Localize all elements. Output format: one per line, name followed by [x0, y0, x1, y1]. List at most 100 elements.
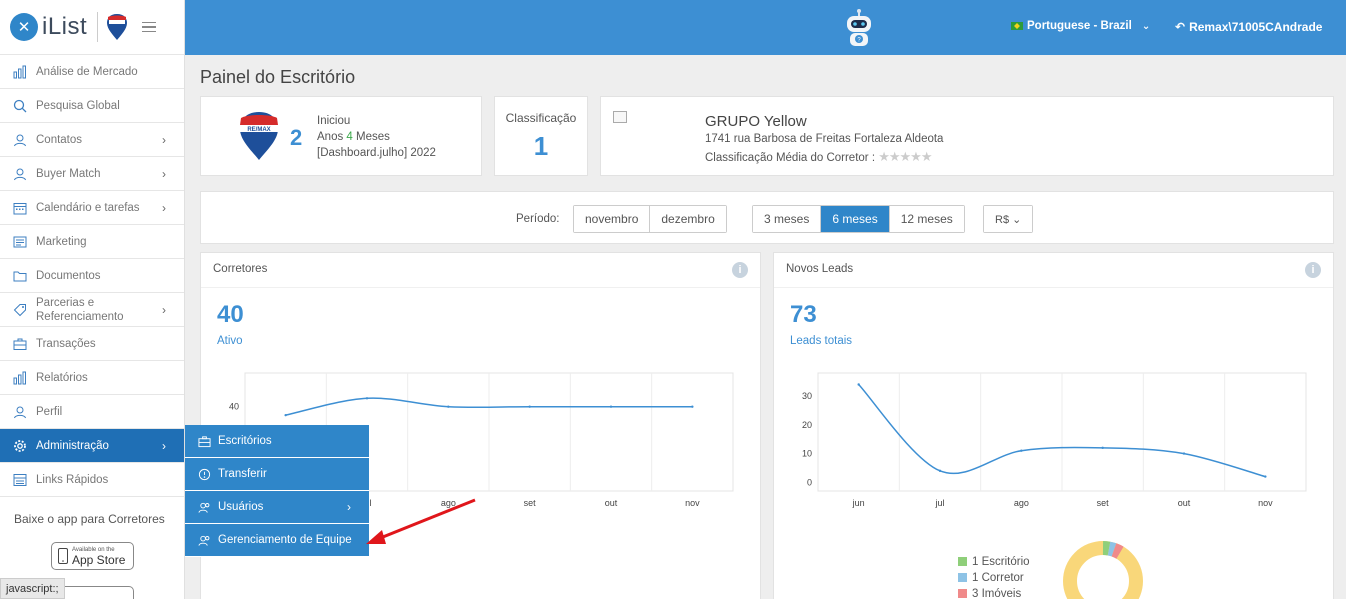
- red-annotation-arrow: [366, 498, 476, 544]
- data-point: [1182, 452, 1186, 455]
- sidebar-item-buyer[interactable]: Buyer Match ›: [0, 157, 184, 191]
- leads-panel: Novos Leads i 73 Leads totais 0 10 20 30 jun…: [773, 252, 1334, 599]
- logo-divider: [97, 12, 99, 42]
- data-point: [1020, 449, 1023, 452]
- data-point: [528, 405, 531, 408]
- brand-name[interactable]: iList: [42, 13, 87, 41]
- leads-count: 73: [790, 301, 817, 328]
- app-store-button[interactable]: Available on the App Store: [51, 542, 134, 570]
- user-account[interactable]: ↶ Remax\71005CAndrade: [1175, 20, 1322, 34]
- sidebar-item-gear[interactable]: Administração ›: [0, 429, 184, 463]
- legend-item: 1 Corretor: [958, 570, 1030, 586]
- folder-icon: [12, 268, 28, 284]
- sidebar-item-reports[interactable]: Relatórios: [0, 361, 184, 395]
- sidebar-item-user[interactable]: Perfil: [0, 395, 184, 429]
- sidebar-item-marketing[interactable]: Marketing: [0, 225, 184, 259]
- sidebar-item-calendar[interactable]: Calendário e tarefas ›: [0, 191, 184, 225]
- chevron-right-icon: ›: [162, 438, 166, 453]
- month-selector: novembro dezembro: [573, 205, 727, 233]
- data-point: [1101, 446, 1104, 450]
- period-filter-card: Período: novembro dezembro 3 meses 6 mes…: [200, 191, 1334, 244]
- x-tick-label: ago: [1014, 498, 1029, 508]
- sidebar-item-label: Perfil: [36, 405, 63, 418]
- app-store-big-label: App Store: [72, 552, 126, 567]
- chevron-right-icon: ›: [162, 132, 166, 147]
- sidebar-item-label: Transações: [36, 337, 96, 350]
- remax-balloon-logo-icon: RE/MAX: [240, 112, 278, 160]
- svg-text:RE/MAX: RE/MAX: [247, 127, 270, 133]
- range-button-12-months[interactable]: 12 meses: [889, 206, 964, 232]
- submenu-item-users[interactable]: Usuários ›: [185, 491, 369, 524]
- sidebar-item-label: Administração: [36, 439, 109, 452]
- years-label: Anos: [317, 131, 347, 143]
- brokers-sublabel: Ativo: [217, 335, 243, 347]
- sidebar-menu: Análise de Mercado Pesquisa Global Contato…: [0, 55, 184, 497]
- sidebar-item-tag[interactable]: Parcerias e Referenciamento ›: [0, 293, 184, 327]
- robot-assistant-icon[interactable]: ?: [841, 8, 877, 48]
- building-icon: [197, 434, 211, 448]
- chevron-down-icon: ⌄: [1141, 20, 1151, 32]
- classification-title: Classificação: [505, 111, 577, 125]
- submenu-item-label: Transferir: [218, 468, 267, 480]
- data-point: [1264, 475, 1267, 478]
- menu-toggle-icon[interactable]: [142, 21, 157, 33]
- submenu-item-transfer[interactable]: Transferir: [185, 458, 369, 491]
- sidebar-item-label: Buyer Match: [36, 167, 101, 180]
- administration-submenu: Escritórios Transferir Usuários › Gerenciame…: [185, 425, 369, 557]
- brokers-panel-title: Corretores: [213, 263, 268, 275]
- y-tick-label: 30: [802, 391, 812, 401]
- x-tick-label: set: [524, 498, 537, 508]
- x-tick-label: set: [1097, 498, 1110, 508]
- y-tick-label: 20: [802, 420, 812, 430]
- sidebar-item-links[interactable]: Links Rápidos: [0, 463, 184, 497]
- panel-divider: [774, 287, 1333, 288]
- started-label: Iniciou: [317, 115, 351, 127]
- legend-label: 1 Corretor: [972, 572, 1024, 584]
- sidebar-item-label: Relatórios: [36, 371, 88, 384]
- broken-image-icon: [613, 111, 627, 123]
- sidebar-item-search[interactable]: Pesquisa Global: [0, 89, 184, 123]
- ilist-logo-icon[interactable]: ✕: [10, 13, 38, 41]
- buyer-icon: [12, 166, 28, 182]
- rating-label: Classificação Média do Corretor :: [705, 152, 876, 164]
- x-tick-label: nov: [1258, 498, 1273, 508]
- sidebar-item-briefcase[interactable]: Transações: [0, 327, 184, 361]
- legend-label: 3 Imóveis: [972, 588, 1022, 599]
- sidebar-item-chart[interactable]: Análise de Mercado: [0, 55, 184, 89]
- leads-panel-title: Novos Leads: [786, 263, 854, 275]
- month-button-november[interactable]: novembro: [574, 206, 651, 232]
- chevron-right-icon: ›: [162, 200, 166, 215]
- submenu-item-team[interactable]: Gerenciamento de Equipe: [185, 524, 369, 557]
- period-label: Período:: [516, 213, 560, 225]
- remax-balloon-icon: [107, 14, 128, 40]
- team-icon: [197, 533, 211, 547]
- users-icon: [197, 500, 211, 514]
- briefcase-icon: [12, 336, 28, 352]
- phone-icon: [58, 548, 68, 564]
- page-title: Painel do Escritório: [200, 67, 356, 87]
- info-icon[interactable]: i: [732, 262, 748, 278]
- brokers-count: 40: [217, 301, 244, 328]
- data-point: [857, 383, 860, 386]
- status-bar-url: javascript:;: [0, 578, 65, 599]
- month-button-december[interactable]: dezembro: [650, 206, 726, 232]
- data-point: [609, 405, 613, 408]
- language-selector[interactable]: Portuguese - Brazil ⌄: [1011, 20, 1150, 32]
- brazil-flag-icon: [1011, 22, 1023, 30]
- submenu-item-building[interactable]: Escritórios: [185, 425, 369, 458]
- range-selector: 3 meses 6 meses 12 meses: [752, 205, 965, 233]
- sidebar-item-folder[interactable]: Documentos: [0, 259, 184, 293]
- range-button-6-months[interactable]: 6 meses: [821, 206, 890, 232]
- chevron-right-icon: ›: [162, 166, 166, 181]
- years-months-line: Anos 4 Meses: [317, 129, 436, 145]
- x-tick-label: jun: [852, 498, 865, 508]
- user-icon: [12, 404, 28, 420]
- y-tick-label: 40: [229, 402, 239, 412]
- currency-dropdown[interactable]: R$ ⌄: [984, 206, 1033, 232]
- range-button-3-months[interactable]: 3 meses: [753, 206, 822, 232]
- chevron-right-icon: ›: [162, 302, 166, 317]
- x-tick-label: out: [605, 498, 618, 508]
- info-icon[interactable]: i: [1305, 262, 1321, 278]
- sidebar-item-contacts[interactable]: Contatos ›: [0, 123, 184, 157]
- download-app-text: Baixe o app para Corretores: [14, 512, 165, 526]
